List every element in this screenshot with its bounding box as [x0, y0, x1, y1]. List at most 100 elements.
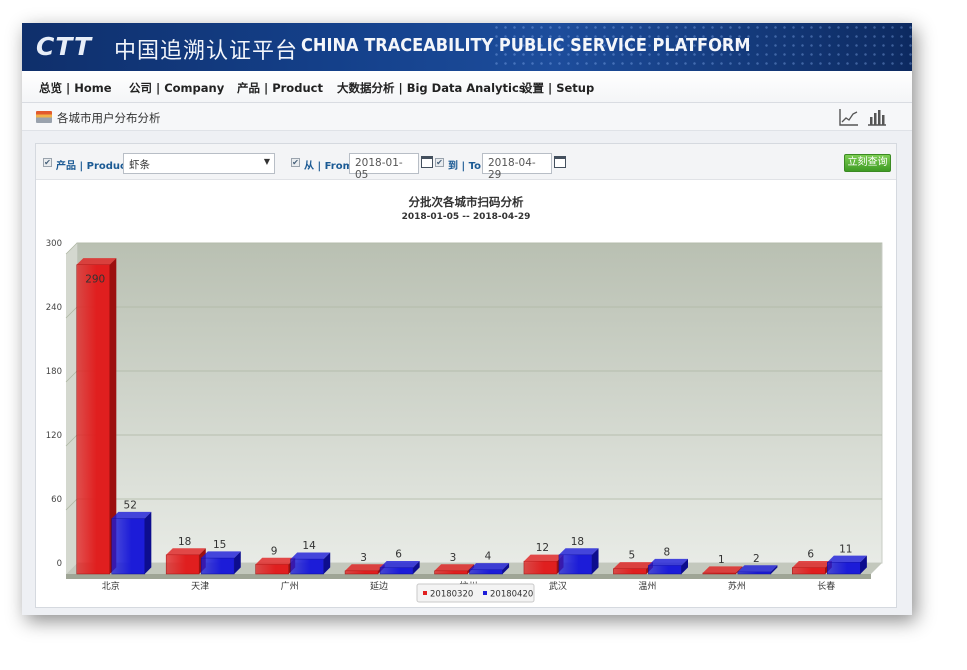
bar-chart: 06012018024030029052北京1815天津914广州36延边34杭… [46, 239, 883, 603]
chart-bar-top [613, 562, 653, 569]
y-tick-label: 60 [51, 495, 62, 505]
calendar-icon[interactable] [421, 156, 433, 168]
from-date-input[interactable]: 2018-01-05 [349, 153, 419, 181]
product-select[interactable]: 虾条 ▼ [123, 153, 275, 174]
chart-bar [702, 572, 737, 575]
chart-bar [290, 558, 324, 575]
product-checkbox[interactable]: ✔ [43, 158, 52, 167]
chart-bar-side [144, 511, 152, 574]
data-label: 15 [213, 539, 226, 551]
product-select-value: 虾条 [129, 159, 150, 171]
chart-bar-top [523, 554, 564, 562]
filter-bar: ✔ 产品 | Product: 虾条 ▼ ✔ 从 | From: 2018-01… [36, 144, 896, 181]
chart-bar [76, 264, 110, 575]
y-tick-label: 180 [46, 367, 62, 377]
chart-bar-top [111, 511, 152, 519]
plot-floor-edge [66, 574, 871, 579]
chart-bar-top [648, 558, 688, 566]
x-tick-label: 苏州 [728, 580, 746, 592]
data-label: 3 [360, 552, 367, 564]
chart-bar-top [290, 552, 331, 560]
query-button[interactable]: 立刻查询 [844, 154, 891, 172]
chevron-down-icon: ▼ [263, 157, 270, 166]
to-label: 到 | To: [448, 161, 485, 172]
platform-title-cn: 中国追溯认证平台 [114, 39, 299, 64]
data-label: 14 [302, 540, 316, 552]
chart-bar [111, 518, 145, 575]
page-title: 各城市用户分布分析 [57, 111, 161, 125]
nav-item-company[interactable]: 公司 | Company [129, 80, 224, 96]
header-banner: CTT 中国追溯认证平台 CHINA TRACEABILITY PUBLIC S… [22, 23, 912, 71]
chart-bar-top [702, 566, 743, 573]
data-label: 18 [571, 536, 584, 548]
data-label: 18 [178, 536, 191, 548]
chart-bar [558, 554, 593, 575]
chart-bar [737, 571, 772, 575]
data-label: 8 [664, 546, 671, 558]
x-tick-label: 延边 [370, 580, 388, 592]
chart-bar-top [76, 258, 117, 265]
chart-bar [827, 562, 861, 575]
nav-item-product[interactable]: 产品 | Product [237, 80, 323, 96]
chart-bar [613, 568, 647, 575]
data-label: 9 [271, 545, 278, 557]
legend-swatch [423, 591, 427, 595]
chart-title: 分批次各城市扫码分析 [408, 195, 524, 209]
calendar-icon[interactable] [554, 156, 566, 168]
chart-bar-top [434, 564, 475, 571]
line-chart-icon[interactable] [838, 107, 860, 127]
to-checkbox[interactable]: ✔ [435, 158, 444, 167]
y-tick-label: 0 [57, 559, 62, 569]
platform-logo[interactable]: CTT [36, 32, 92, 61]
data-label: 1 [718, 554, 725, 566]
legend-label: 20180320 [430, 590, 473, 600]
main-nav: 总览 | Home 公司 | Company 产品 | Product 大数据分… [22, 71, 912, 103]
chart-bar [165, 554, 200, 575]
chart-bar-top [792, 561, 832, 568]
data-label: 290 [85, 274, 105, 286]
legend-label: 20180420 [490, 590, 533, 600]
data-label: 4 [485, 551, 492, 563]
chart-bar [792, 567, 826, 575]
page-header: 各城市用户分布分析 [22, 103, 912, 131]
chart-bar-top [558, 548, 599, 555]
nav-item-setup[interactable]: 设置 | Setup [521, 80, 594, 96]
chart-bar [255, 564, 289, 575]
chart-bar [523, 560, 558, 575]
chart-bar [379, 567, 414, 575]
app-window: CTT 中国追溯认证平台 CHINA TRACEABILITY PUBLIC S… [22, 23, 912, 615]
chart-bar-top [827, 555, 867, 563]
nav-item-home[interactable]: 总览 | Home [39, 80, 112, 96]
from-checkbox[interactable]: ✔ [291, 158, 300, 167]
data-label: 11 [839, 543, 852, 555]
bar-chart-icon[interactable] [866, 107, 888, 127]
chart-subtitle: 2018-01-05 -- 2018-04-29 [401, 212, 531, 222]
analysis-panel: ✔ 产品 | Product: 虾条 ▼ ✔ 从 | From: 2018-01… [35, 143, 897, 608]
chart-bar-top [469, 563, 510, 570]
x-tick-label: 温州 [638, 581, 656, 592]
to-date-input[interactable]: 2018-04-29 [482, 153, 552, 181]
chart-bar [200, 557, 235, 575]
data-label: 6 [807, 549, 814, 561]
chart-bar-top [345, 564, 385, 571]
report-icon [36, 111, 52, 123]
chart-bar-top [380, 561, 420, 568]
platform-title-en: CHINA TRACEABILITY PUBLIC SERVICE PLATFO… [301, 35, 751, 56]
data-label: 6 [395, 549, 402, 561]
nav-item-big-data-analytics[interactable]: 大数据分析 | Big Data Analytics [337, 80, 526, 96]
plot-background [76, 242, 883, 564]
x-tick-label: 广州 [281, 580, 299, 592]
chart-bar-top [201, 551, 241, 558]
chart-bar-top [166, 548, 206, 555]
chart-bar [469, 569, 503, 575]
x-tick-label: 武汉 [549, 580, 567, 592]
data-label: 52 [124, 500, 137, 512]
legend-swatch [483, 591, 487, 595]
plot-side-wall [66, 243, 77, 574]
y-tick-label: 240 [46, 303, 62, 313]
chart-bar [648, 565, 682, 575]
chart-bar [344, 570, 379, 575]
data-label: 5 [629, 550, 636, 562]
x-tick-label: 北京 [102, 580, 120, 592]
chart-bar-top [255, 557, 296, 565]
